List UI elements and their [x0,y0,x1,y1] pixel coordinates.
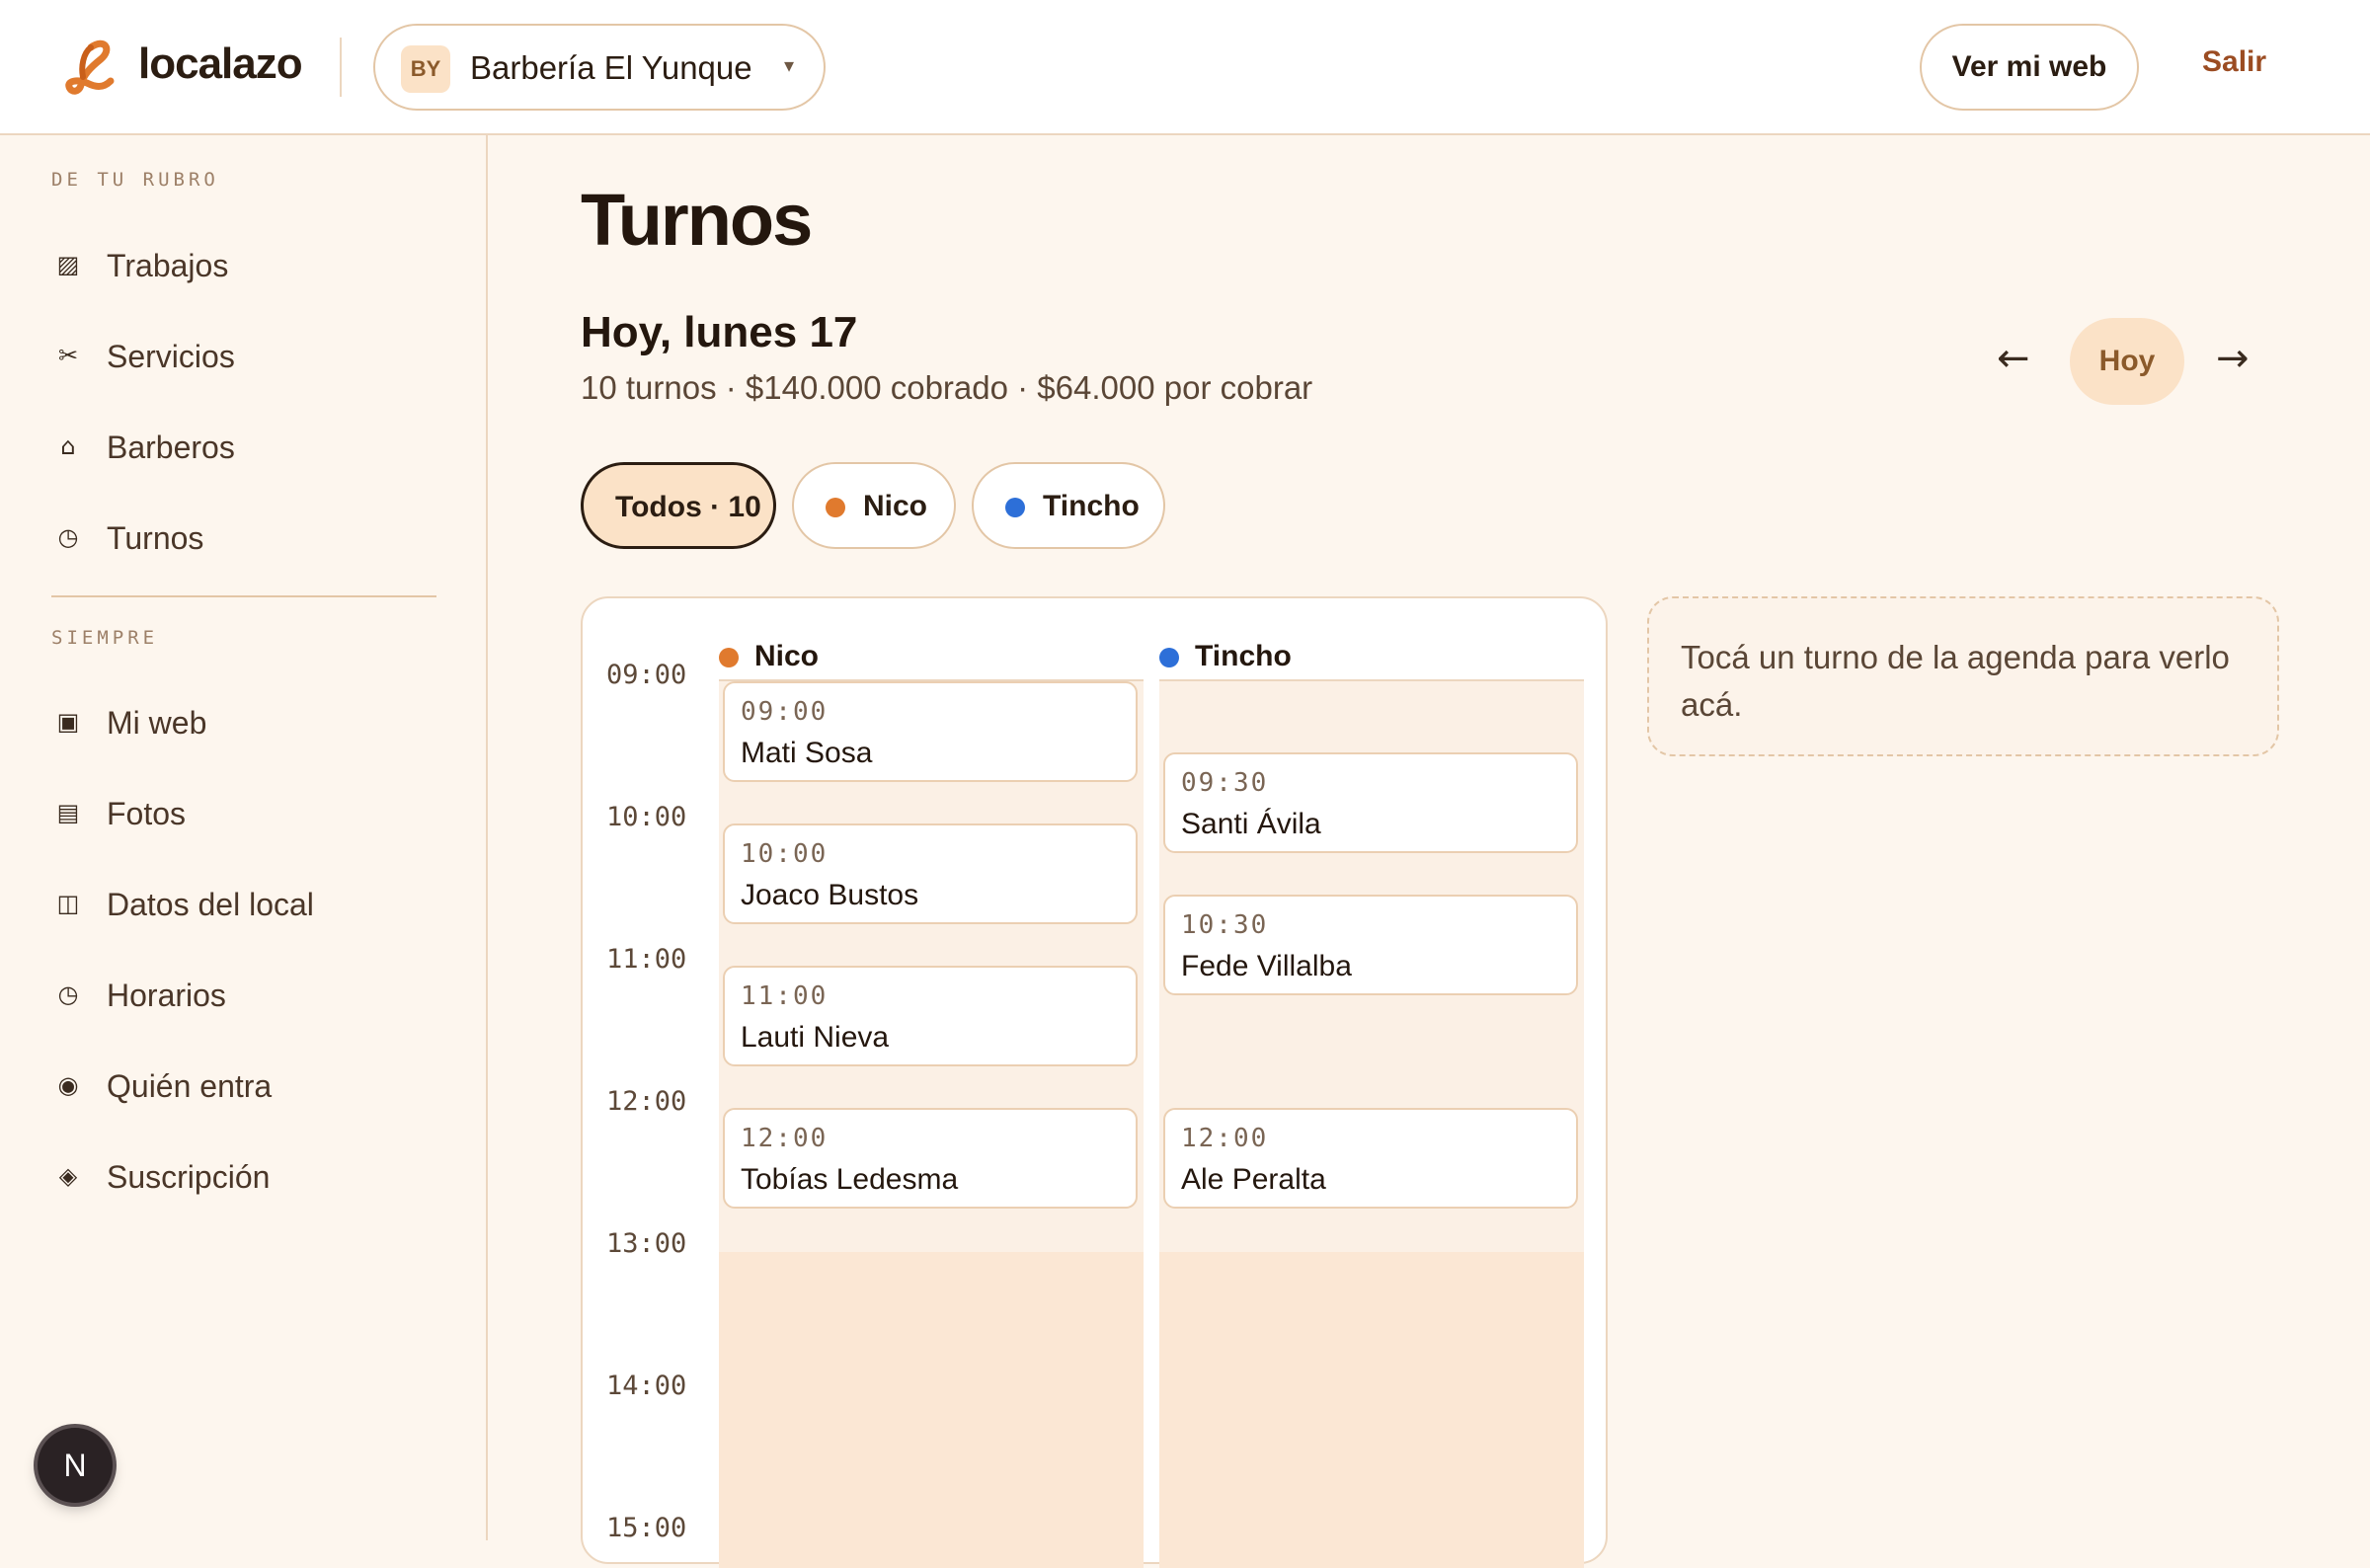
hour-label: 10:00 [606,802,687,832]
page-title: Turnos [581,179,813,261]
appointment-slot[interactable]: 12:00 Ale Peralta [1163,1108,1578,1209]
sidebar-item-label: Barberos [107,430,235,465]
slot-client: Lauti Nieva [741,1021,890,1054]
filter-chip-tincho[interactable]: Tincho [972,462,1165,549]
business-initials-badge: BY [401,45,450,93]
slot-client: Fede Villalba [1181,950,1352,982]
slot-client: Santi Ávila [1181,808,1321,840]
hour-label: 12:00 [606,1086,687,1117]
sidebar-item-barberos[interactable]: ⌂ Barberos [51,416,436,479]
sidebar-item-label: Mi web [107,705,207,741]
lane-off-hours [1159,1252,1584,1568]
day-summary: 10 turnos · $140.000 cobrado · $64.000 p… [581,369,1313,406]
view-site-button[interactable]: Ver mi web [1920,24,2139,111]
grid-icon: ▨ [56,251,80,278]
chevron-down-icon: ▾ [783,55,794,77]
slot-client: Joaco Bustos [741,879,919,911]
sidebar-item-label: Horarios [107,978,226,1013]
slot-client: Mati Sosa [741,737,873,769]
slot-time: 09:30 [1181,768,1269,798]
sidebar-item-mi-web[interactable]: ▣ Mi web [51,691,436,754]
slot-time: 10:30 [1181,910,1269,940]
diamond-icon: ◈ [58,1162,78,1190]
sidebar-item-label: Fotos [107,796,187,831]
sidebar-item-label: Turnos [107,520,204,556]
brand-name[interactable]: localazo [138,39,303,89]
sidebar-item-datos-del-local[interactable]: ◫ Datos del local [51,873,436,936]
barber-name: Nico [754,640,820,672]
slot-time: 12:00 [1181,1124,1269,1153]
web-icon: ▣ [56,708,80,736]
barber-name: Tincho [1195,640,1292,672]
appointment-slot[interactable]: 09:00 Mati Sosa [723,681,1138,782]
slot-time: 11:00 [741,981,829,1011]
appointment-detail-panel: Tocá un turno de la agenda para verlo ac… [1647,596,2279,756]
clock-icon: ◷ [57,523,79,551]
appointment-slot[interactable]: 10:30 Fede Villalba [1163,895,1578,995]
scissors-icon: ✂ [57,342,79,369]
sidebar-item-label: Trabajos [107,248,229,283]
day-title: Hoy, lunes 17 [581,308,858,356]
appointment-slot[interactable]: 11:00 Lauti Nieva [723,966,1138,1066]
appointment-slot[interactable]: 09:30 Santi Ávila [1163,752,1578,853]
today-button[interactable]: Hoy [2070,318,2184,405]
filter-chip-all[interactable]: Todos · 10 [581,462,776,549]
arrow-left-icon[interactable]: ← [1997,336,2030,381]
sidebar-item-fotos[interactable]: ▤ Fotos [51,782,436,845]
business-name: Barbería El Yunque [470,49,752,86]
filter-chip-label: Todos · 10 [615,491,761,523]
clock-icon: ◷ [57,980,79,1008]
sidebar-section-title: SIEMPRE [51,627,159,649]
barber-color-dot [719,648,739,667]
photos-icon: ▤ [56,799,80,826]
hour-label: 14:00 [606,1371,687,1401]
home-icon: ⌂ [60,432,76,460]
logout-link[interactable]: Salir [2202,45,2266,79]
hour-label: 11:00 [606,944,687,975]
slot-client: Tobías Ledesma [741,1163,959,1196]
lane-off-hours [719,1252,1144,1568]
appointment-slot[interactable]: 10:00 Joaco Bustos [723,823,1138,924]
dev-tools-badge[interactable]: N [38,1428,113,1503]
store-icon: ◫ [56,890,80,917]
appointment-slot[interactable]: 12:00 Tobías Ledesma [723,1108,1138,1209]
slot-time: 10:00 [741,839,829,869]
barber-color-dot [826,498,845,517]
header-divider [340,38,342,97]
sidebar-item-turnos[interactable]: ◷ Turnos [51,507,436,570]
sidebar-item-servicios[interactable]: ✂ Servicios [51,325,436,388]
localazo-logo-icon[interactable] [61,38,118,97]
sidebar-section-title: DE TU RUBRO [51,169,219,191]
agenda-calendar: 09:00 10:00 11:00 12:00 13:00 14:00 15:0… [581,596,1608,1568]
sidebar: DE TU RUBRO ▨ Trabajos ✂ Servicios ⌂ Bar… [0,135,488,1540]
filter-chip-label: Tincho [1043,490,1140,522]
filter-chip-label: Nico [863,490,928,522]
column-header-tincho: Tincho [1159,636,1456,685]
top-bar: localazo BY Barbería El Yunque ▾ Ver mi … [0,0,2370,135]
slot-time: 12:00 [741,1124,829,1153]
detail-placeholder: Tocá un turno de la agenda para verlo ac… [1681,639,2230,723]
sidebar-item-trabajos[interactable]: ▨ Trabajos [51,234,436,297]
sidebar-item-label: Servicios [107,339,235,374]
filter-chip-nico[interactable]: Nico [792,462,956,549]
hour-label: 15:00 [606,1513,687,1543]
hour-label: 13:00 [606,1228,687,1259]
sidebar-item-horarios[interactable]: ◷ Horarios [51,964,436,1027]
column-header-nico: Nico [719,636,1015,685]
arrow-right-icon[interactable]: → [2216,336,2250,381]
hour-label: 09:00 [606,660,687,690]
sidebar-item-suscripcion[interactable]: ◈ Suscripción [51,1145,436,1209]
sidebar-item-label: Datos del local [107,887,314,922]
barber-color-dot [1005,498,1025,517]
sidebar-item-quien-entra[interactable]: ◉ Quién entra [51,1055,436,1118]
slot-time: 09:00 [741,697,829,727]
sidebar-item-label: Suscripción [107,1159,271,1195]
slot-client: Ale Peralta [1181,1163,1326,1196]
business-selector[interactable]: BY Barbería El Yunque ▾ [373,24,826,111]
user-icon: ◉ [57,1071,79,1099]
sidebar-item-label: Quién entra [107,1068,273,1104]
sidebar-divider [51,595,436,597]
barber-color-dot [1159,648,1179,667]
